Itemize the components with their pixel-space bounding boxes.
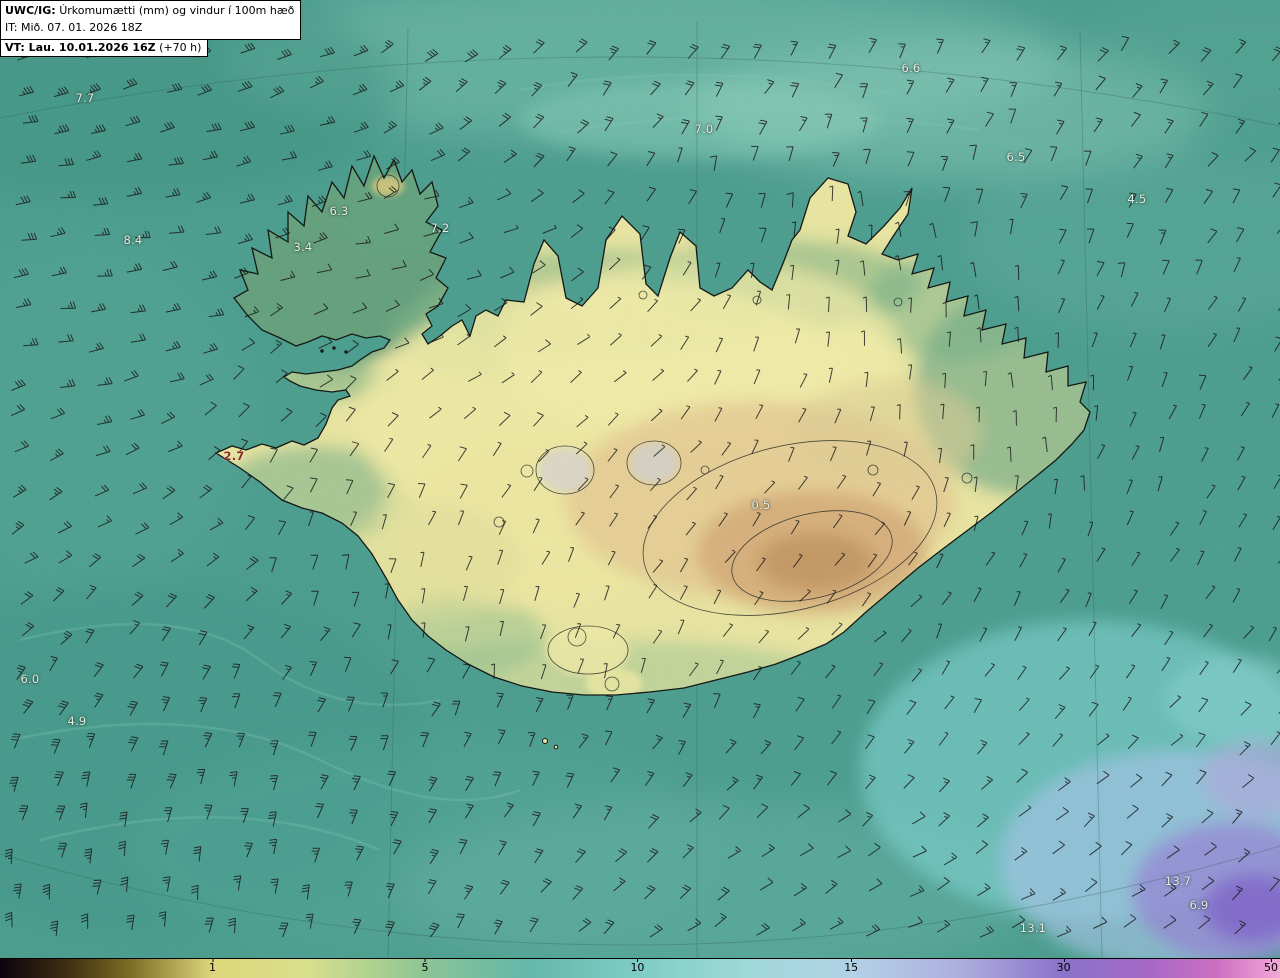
valid-time-box: VT: Lau. 10.01.2026 16Z (+70 h) [0, 40, 209, 57]
colorbar-tick-label: 10 [630, 958, 645, 974]
colorbar-tick-label: 5 [421, 958, 429, 974]
header-box: UWC/IG: Úrkomumætti (mm) og vindur í 100… [0, 0, 302, 40]
colorbar-tick-label: 50 [1264, 958, 1279, 974]
colorbar-tick-label: 30 [1056, 958, 1071, 974]
product-title-line: UWC/IG: Úrkomumætti (mm) og vindur í 100… [5, 3, 294, 20]
product-title: Úrkomumætti (mm) og vindur í 100m hæð [59, 4, 295, 17]
weather-map-canvas [0, 0, 1280, 978]
colorbar-tick-label: 15 [844, 958, 859, 974]
weather-map-page: 7.7 8.4 6.3 3.4 7.2 7.0 6.6 6.5 4.5 2.7 0.5 6.0 4.9 1… [0, 0, 1280, 978]
colorbar: 1 5 10 15 30 50 [0, 958, 1280, 978]
model-label: UWC/IG: [5, 4, 56, 17]
valid-time: VT: Lau. 10.01.2026 16Z [5, 41, 156, 54]
grain-overlay [0, 0, 1280, 978]
colorbar-tick-label: 1 [208, 958, 216, 974]
init-time-line: IT: Mið. 07. 01. 2026 18Z [5, 20, 143, 34]
valid-offset: (+70 h) [159, 41, 202, 54]
